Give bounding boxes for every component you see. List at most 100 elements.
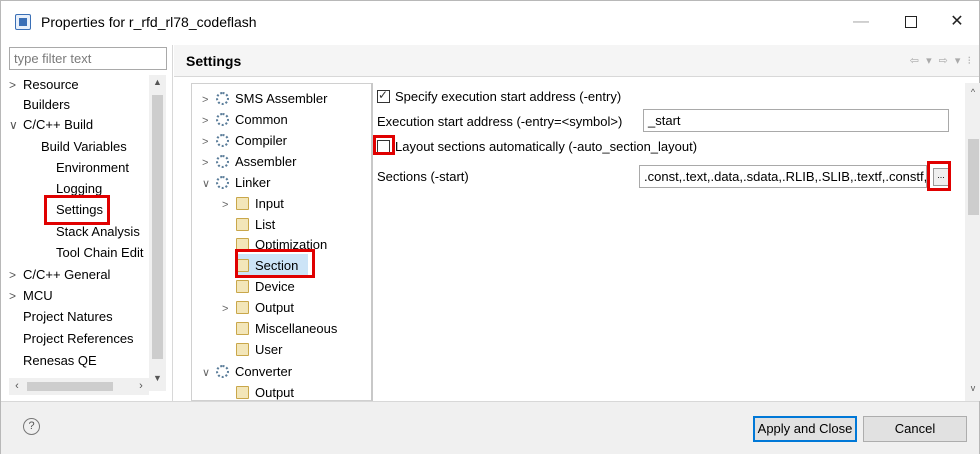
nav-item-label: Tool Chain Edit — [56, 245, 144, 260]
nav-item-stack-analysis[interactable]: Stack Analysis — [56, 222, 140, 242]
entry-checkbox-label: Specify execution start address (-entry) — [395, 89, 622, 104]
nav-item-label: Environment — [56, 160, 129, 175]
layout-checkbox-label: Layout sections automatically (-auto_sec… — [395, 139, 698, 154]
scroll-left-icon[interactable]: ‹ — [9, 378, 25, 395]
history-nav-icons[interactable]: ⇦ ▾ ⇨ ▾ ⁝ — [910, 54, 973, 67]
settings-header: Settings ⇦ ▾ ⇨ ▾ ⁝ — [174, 45, 979, 77]
page-title: Settings — [186, 53, 242, 69]
tree-item-linker-miscellaneous[interactable]: Miscellaneous — [236, 318, 337, 339]
nav-item-label: Renesas QE — [23, 353, 97, 368]
nav-item-logging[interactable]: Logging — [56, 179, 102, 199]
expand-arrow-icon[interactable]: > — [202, 132, 216, 153]
expand-arrow-icon[interactable]: > — [202, 111, 216, 132]
tree-item-assembler[interactable]: > Assembler — [202, 151, 296, 172]
nav-item-builders[interactable]: Builders — [23, 95, 70, 115]
tree-item-label: Compiler — [235, 133, 288, 148]
tree-item-linker[interactable]: ∨ Linker — [202, 172, 270, 193]
tree-item-compiler[interactable]: > Compiler — [202, 130, 287, 151]
layout-checkbox-row[interactable]: Layout sections automatically (-auto_sec… — [377, 139, 697, 154]
apply-and-close-button[interactable]: Apply and Close — [753, 416, 857, 442]
filter-input[interactable] — [9, 47, 167, 70]
entry-address-input[interactable]: _start — [643, 109, 949, 132]
expand-arrow-icon[interactable]: > — [222, 195, 236, 216]
nav-horizontal-scrollbar[interactable]: ‹ › — [9, 378, 149, 395]
linker-section-options: Specify execution start address (-entry)… — [373, 83, 965, 401]
nav-item-build-variables[interactable]: Build Variables — [41, 137, 127, 157]
layout-checkbox[interactable] — [377, 140, 390, 153]
tree-item-linker-device[interactable]: Device — [236, 276, 295, 297]
scroll-thumb[interactable] — [968, 139, 979, 215]
nav-item-project-natures[interactable]: Project Natures — [23, 307, 113, 327]
settings-page-icon — [236, 386, 249, 399]
minimize-button[interactable]: — — [839, 7, 883, 37]
tree-item-label: User — [255, 342, 283, 357]
scroll-up-icon[interactable]: ▲ — [149, 77, 166, 93]
collapse-arrow-icon[interactable]: ∨ — [9, 115, 23, 135]
tree-item-converter[interactable]: ∨ Converter — [202, 361, 292, 382]
nav-item-cpp-general[interactable]: > C/C++ General — [9, 265, 110, 285]
nav-item-label: C/C++ General — [23, 267, 111, 282]
nav-item-settings[interactable]: Settings — [56, 200, 103, 220]
tree-item-linker-user[interactable]: User — [236, 339, 282, 360]
scroll-thumb[interactable] — [152, 95, 163, 359]
expand-arrow-icon[interactable]: > — [202, 90, 216, 111]
nav-item-mcu[interactable]: > MCU — [9, 286, 53, 306]
cancel-button[interactable]: Cancel — [863, 416, 967, 442]
collapse-arrow-icon[interactable]: ∨ — [202, 174, 216, 195]
scroll-thumb[interactable] — [27, 382, 113, 391]
scroll-right-icon[interactable]: › — [133, 378, 149, 395]
tree-item-label: Input — [255, 196, 284, 211]
nav-item-tool-chain-editor[interactable]: Tool Chain Edit — [56, 243, 143, 263]
nav-item-label: Build Variables — [41, 139, 127, 154]
nav-item-environment[interactable]: Environment — [56, 158, 129, 178]
tree-item-label: Converter — [235, 364, 293, 379]
tree-item-converter-output[interactable]: Output — [236, 382, 295, 400]
nav-item-renesas-qe[interactable]: Renesas QE — [23, 351, 97, 371]
tree-item-label: Output — [255, 385, 295, 400]
entry-checkbox-row[interactable]: Specify execution start address (-entry) — [377, 88, 622, 104]
tree-item-linker-input[interactable]: > Input — [222, 193, 284, 214]
sections-input[interactable]: .const,.text,.data,.sdata,.RLIB,.SLIB,.t… — [639, 165, 927, 188]
scroll-up-icon[interactable]: ^ — [965, 87, 980, 97]
expand-arrow-icon[interactable]: > — [9, 286, 23, 306]
gear-icon — [216, 365, 229, 378]
maximize-button[interactable] — [889, 7, 933, 37]
tree-item-linker-section[interactable]: Section — [236, 255, 298, 276]
gear-icon — [216, 155, 229, 168]
nav-item-cpp-build[interactable]: ∨ C/C++ Build — [9, 115, 93, 135]
settings-page-icon — [236, 218, 249, 231]
tree-item-label: Linker — [235, 175, 271, 190]
settings-page-icon — [236, 343, 249, 356]
tree-item-label: SMS Assembler — [235, 91, 328, 106]
nav-item-label: Stack Analysis — [56, 224, 140, 239]
properties-window: Properties for r_rfd_rl78_codeflash — ✕ … — [0, 0, 980, 454]
settings-page-icon — [236, 322, 249, 335]
options-vertical-scrollbar[interactable]: ^ v — [965, 83, 980, 401]
expand-arrow-icon[interactable]: > — [222, 299, 236, 320]
nav-item-project-references[interactable]: Project References — [23, 329, 134, 349]
tree-item-common[interactable]: > Common — [202, 109, 288, 130]
tree-item-sms-assembler[interactable]: > SMS Assembler — [202, 88, 327, 109]
gear-icon — [216, 92, 229, 105]
tree-item-linker-optimization[interactable]: Optimization — [236, 234, 327, 255]
settings-page-icon — [236, 259, 249, 272]
nav-vertical-scrollbar[interactable]: ▲ ▼ — [149, 75, 166, 391]
help-icon[interactable]: ? — [23, 418, 40, 435]
nav-item-label: Project Natures — [23, 309, 113, 324]
title-bar: Properties for r_rfd_rl78_codeflash — ✕ — [1, 1, 979, 45]
close-button[interactable]: ✕ — [935, 7, 979, 37]
scroll-down-icon[interactable]: ▼ — [149, 373, 166, 389]
tree-item-linker-list[interactable]: List — [236, 214, 275, 235]
scroll-down-icon[interactable]: v — [965, 383, 980, 393]
nav-item-label: C/C++ Build — [23, 117, 94, 132]
settings-page-icon — [236, 280, 249, 293]
expand-arrow-icon[interactable]: > — [9, 265, 23, 285]
nav-item-resource[interactable]: > Resource — [9, 75, 79, 95]
collapse-arrow-icon[interactable]: ∨ — [202, 363, 216, 384]
tree-item-linker-output[interactable]: > Output — [222, 297, 294, 318]
sections-browse-button[interactable]: ... — [933, 168, 949, 186]
entry-checkbox[interactable] — [377, 88, 390, 103]
expand-arrow-icon[interactable]: > — [9, 75, 23, 95]
expand-arrow-icon[interactable]: > — [202, 153, 216, 174]
dialog-footer: ? Apply and Close Cancel — [1, 401, 979, 454]
